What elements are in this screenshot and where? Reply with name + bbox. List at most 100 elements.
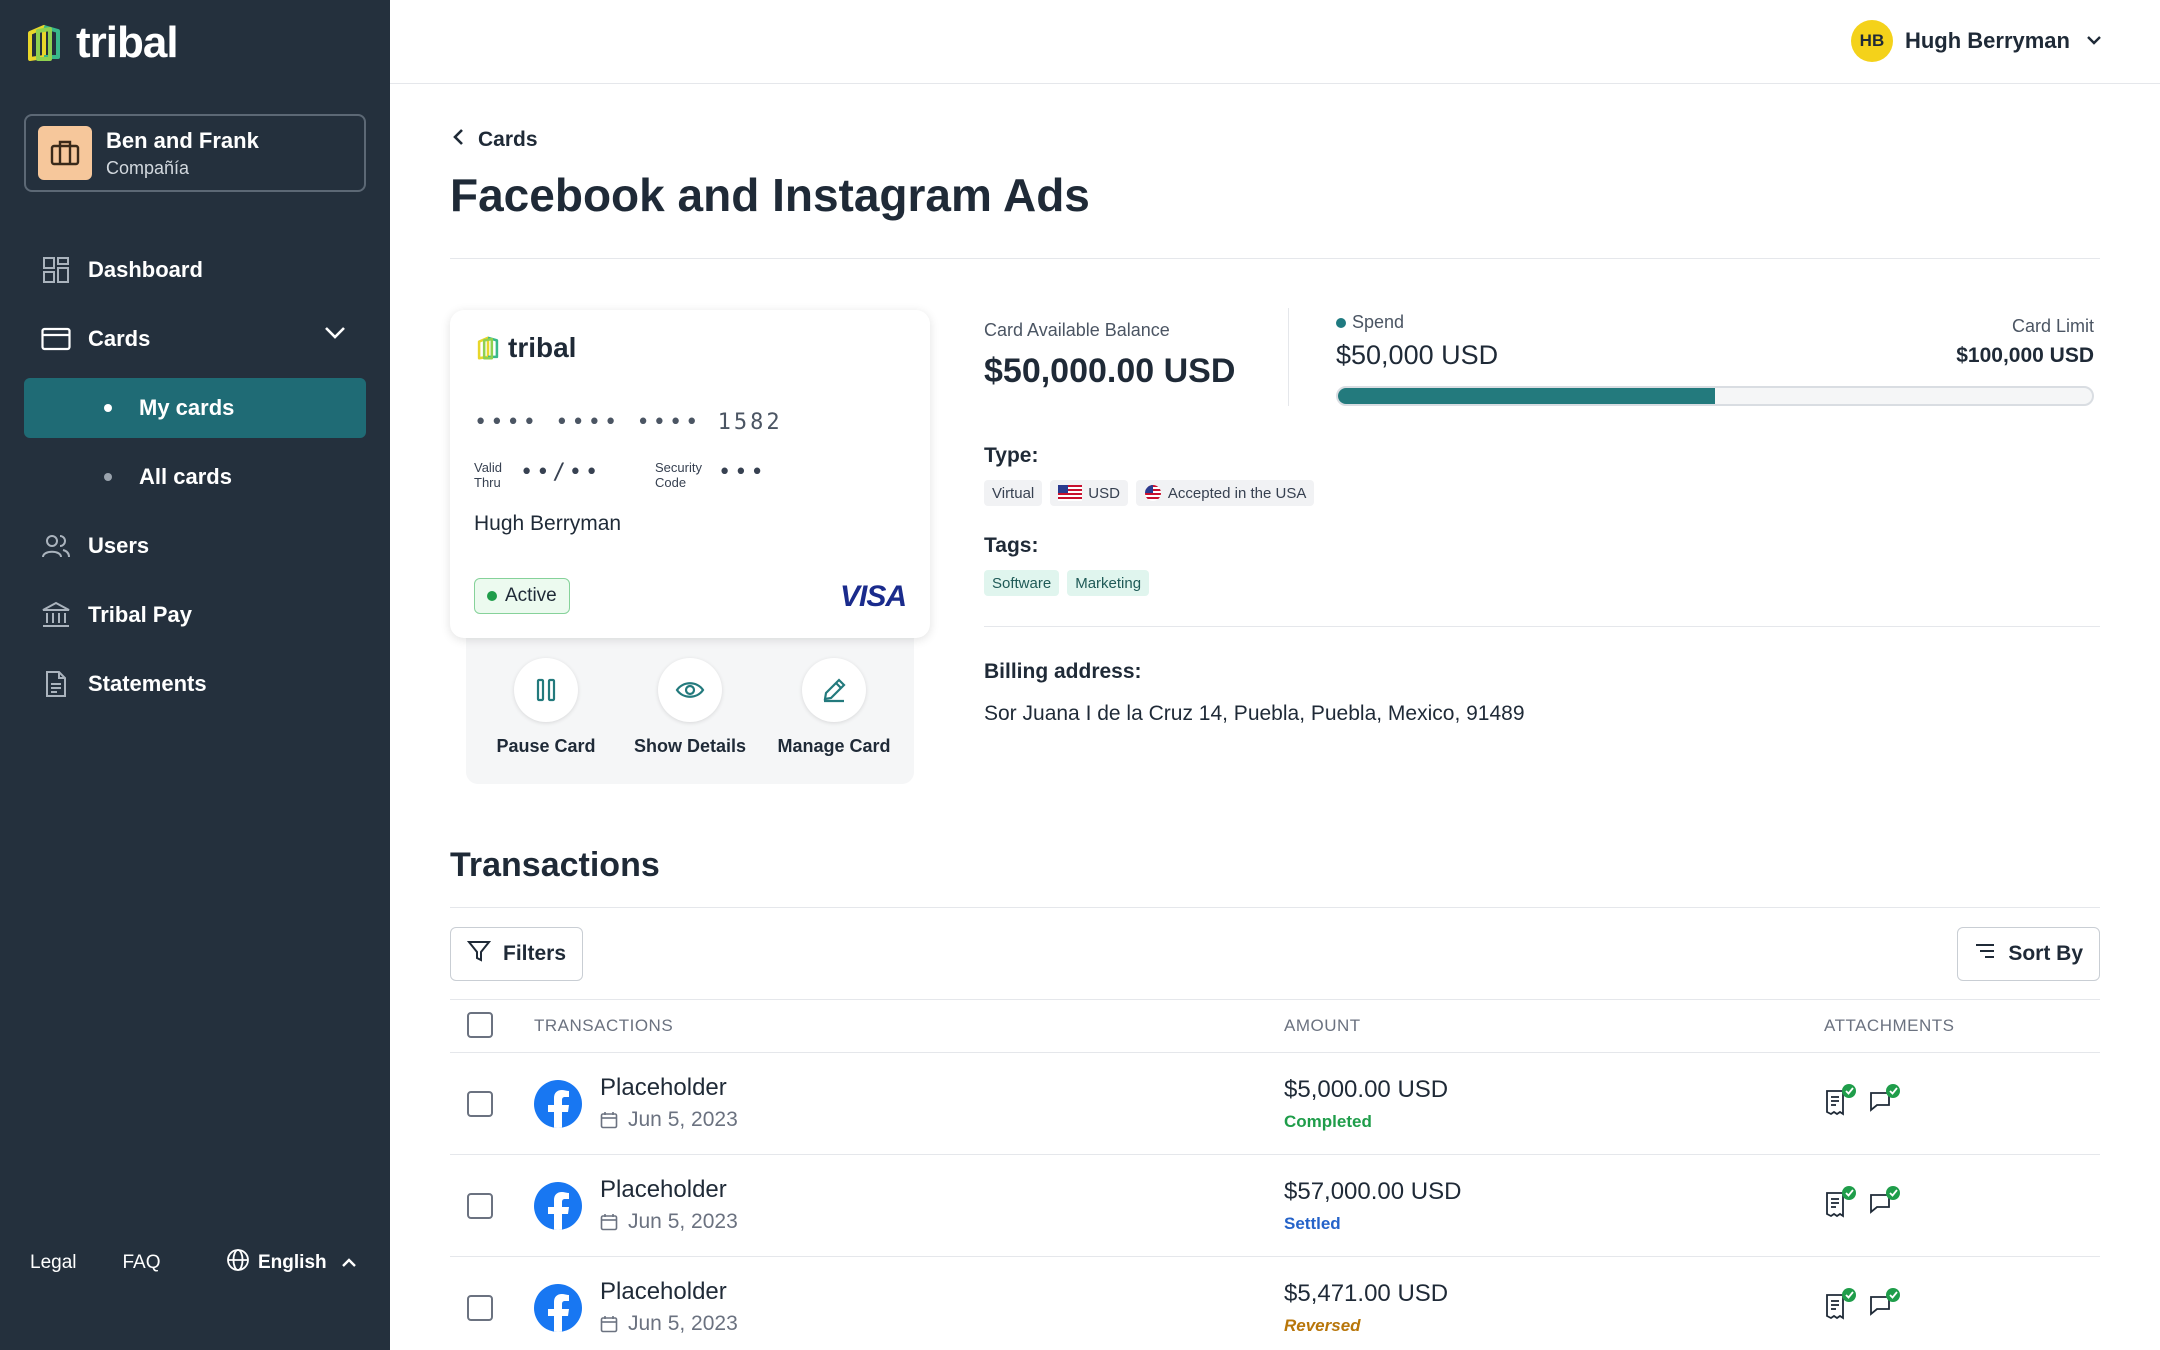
divider xyxy=(450,999,2100,1000)
show-details-button[interactable]: Show Details xyxy=(620,658,760,757)
globe-icon xyxy=(226,1248,250,1278)
comment-icon[interactable] xyxy=(1868,1084,1900,1118)
user-name: Hugh Berryman xyxy=(1904,28,2070,53)
filter-icon xyxy=(466,939,492,969)
type-chip-accepted: Accepted in the USA xyxy=(1135,480,1315,506)
receipt-icon[interactable] xyxy=(1824,1084,1856,1118)
divider xyxy=(450,1052,2100,1053)
card-limit-label: Card Limit xyxy=(2011,316,2094,336)
date-label: Jun 5, 2023 xyxy=(628,1210,738,1233)
spend-dot-icon xyxy=(1336,317,1346,328)
sidebar: tribal Ben and Frank Compañía Dashboard … xyxy=(0,0,390,1350)
chip-label: USD xyxy=(1088,484,1120,502)
sort-by-button[interactable]: Sort By xyxy=(1957,927,2100,981)
available-balance-value: $50,000.00 USD xyxy=(984,352,1236,390)
sidebar-item-my-cards[interactable]: My cards xyxy=(24,378,366,438)
bullet-icon xyxy=(104,404,112,412)
billing-address: Sor Juana I de la Cruz 14, Puebla, Puebl… xyxy=(984,702,1525,725)
transaction-date: Jun 5, 2023 xyxy=(600,1210,738,1234)
row-checkbox[interactable] xyxy=(467,1091,493,1117)
chevron-down-icon xyxy=(2086,32,2102,50)
sidebar-item-statements[interactable]: Statements xyxy=(40,668,207,700)
row-checkbox[interactable] xyxy=(467,1193,493,1219)
pencil-icon xyxy=(802,658,866,722)
page-title: Facebook and Instagram Ads xyxy=(450,169,1090,221)
type-chips: Virtual USD Accepted in the USA xyxy=(984,480,1315,506)
sidebar-item-users[interactable]: Users xyxy=(40,530,149,562)
attachments xyxy=(1824,1288,1900,1322)
action-label: Show Details xyxy=(633,736,747,756)
transaction-name: Placeholder xyxy=(600,1074,727,1101)
sidebar-item-tribal-pay[interactable]: Tribal Pay xyxy=(40,599,192,631)
transaction-status: Reversed xyxy=(1284,1316,1361,1335)
comment-icon[interactable] xyxy=(1868,1288,1900,1322)
manage-card-button[interactable]: Manage Card xyxy=(764,658,904,757)
column-header-attachments: ATTACHMENTS xyxy=(1824,1016,1955,1035)
transaction-status: Completed xyxy=(1284,1112,1372,1131)
spend-label-text: Spend xyxy=(1352,312,1405,332)
logo-text: tribal xyxy=(76,18,179,67)
company-name: Ben and Frank xyxy=(106,127,259,153)
transaction-amount: $5,000.00 USD xyxy=(1284,1076,1449,1103)
facebook-icon xyxy=(534,1284,582,1332)
sidebar-item-label: My cards xyxy=(139,395,235,420)
divider xyxy=(984,626,2100,627)
filters-label: Filters xyxy=(503,942,567,965)
user-menu[interactable]: HB Hugh Berryman xyxy=(1850,20,2102,62)
column-header-transactions: TRANSACTIONS xyxy=(534,1016,674,1035)
company-type: Compañía xyxy=(106,157,190,178)
card-visual: tribal •••• •••• •••• 1582 Valid Thru ••… xyxy=(450,310,930,638)
transactions-title: Transactions xyxy=(450,846,660,884)
language-selector[interactable]: English xyxy=(226,1248,357,1278)
divider xyxy=(450,1256,2100,1257)
top-bar: HB Hugh Berryman xyxy=(390,0,2160,84)
sidebar-footer: Legal FAQ English xyxy=(30,1249,360,1274)
avatar: HB xyxy=(1850,20,1893,62)
company-switcher[interactable]: Ben and Frank Compañía xyxy=(24,114,366,192)
grid-icon xyxy=(40,254,72,286)
status-dot-icon xyxy=(487,591,497,601)
sidebar-item-dashboard[interactable]: Dashboard xyxy=(40,254,203,286)
comment-icon[interactable] xyxy=(1868,1186,1900,1220)
date-label: Jun 5, 2023 xyxy=(628,1312,738,1335)
users-icon xyxy=(40,530,72,562)
chevron-down-icon[interactable] xyxy=(324,326,346,345)
facebook-icon xyxy=(534,1182,582,1230)
breadcrumb[interactable]: Cards xyxy=(452,128,538,152)
select-all-checkbox[interactable] xyxy=(467,1012,493,1038)
security-code-label: Security Code xyxy=(655,460,702,490)
divider xyxy=(450,258,2100,259)
sort-icon xyxy=(1974,942,1996,966)
transaction-status: Settled xyxy=(1284,1214,1341,1233)
document-icon xyxy=(40,668,72,700)
receipt-icon[interactable] xyxy=(1824,1186,1856,1220)
column-header-amount: AMOUNT xyxy=(1284,1016,1361,1035)
filters-button[interactable]: Filters xyxy=(450,927,584,981)
receipt-icon[interactable] xyxy=(1824,1288,1856,1322)
sidebar-item-cards[interactable]: Cards xyxy=(40,323,150,355)
security-code-value: ••• xyxy=(718,460,767,485)
calendar-icon xyxy=(600,1214,618,1231)
type-label: Type: xyxy=(984,444,1039,467)
action-label: Manage Card xyxy=(777,736,891,756)
legal-link[interactable]: Legal xyxy=(30,1252,77,1274)
bullet-icon xyxy=(104,473,112,481)
chevron-left-icon xyxy=(452,128,464,152)
spend-progress-bar xyxy=(1336,386,2094,406)
breadcrumb-label: Cards xyxy=(478,128,538,151)
bank-icon xyxy=(40,599,72,631)
transaction-date: Jun 5, 2023 xyxy=(600,1312,738,1336)
tribal-logo-icon xyxy=(28,25,60,61)
faq-link[interactable]: FAQ xyxy=(123,1252,161,1274)
row-checkbox[interactable] xyxy=(467,1295,493,1321)
pause-card-button[interactable]: Pause Card xyxy=(476,658,616,757)
transaction-amount: $57,000.00 USD xyxy=(1284,1178,1462,1205)
attachments xyxy=(1824,1186,1900,1220)
divider xyxy=(450,1154,2100,1155)
sidebar-item-all-cards[interactable]: All cards xyxy=(24,447,366,507)
cardholder-name: Hugh Berryman xyxy=(474,512,622,535)
tag-chip-marketing: Marketing xyxy=(1067,570,1150,596)
security-label-line: Code xyxy=(655,475,687,490)
available-balance-label: Card Available Balance xyxy=(984,320,1170,340)
tribal-logo[interactable]: tribal xyxy=(22,18,179,68)
